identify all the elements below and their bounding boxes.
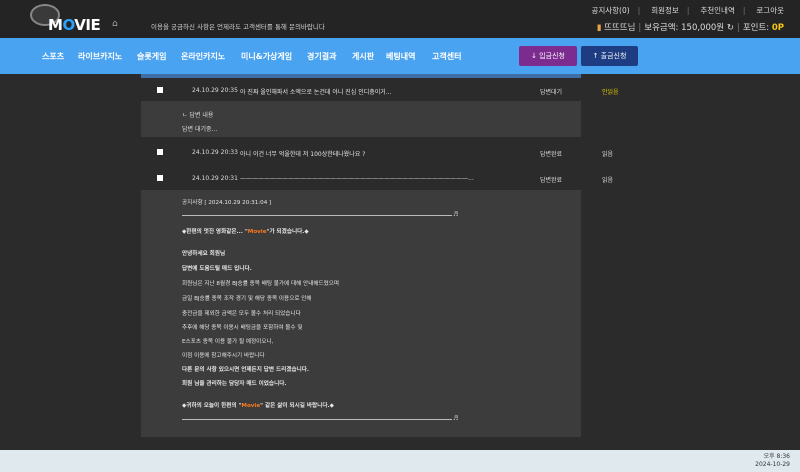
row-date: 24.10.29 20:35	[192, 87, 238, 94]
notice-line: 이점 이용에 참고해주시기 바랍니다	[182, 353, 265, 359]
point-value: 0P	[771, 23, 784, 33]
row-title[interactable]: 아니 이건 너무 억울한데 저 100상한테나왔나요 ?	[240, 149, 365, 158]
notice-marquee: 이용을 궁금하신 사항은 언제라도 고객센터를 통해 문의바랍니다	[151, 23, 325, 31]
nav-board[interactable]: 게시판	[352, 51, 374, 62]
notice-header: 공지사항 [ 2024.10.29 20:31:04 ]	[182, 200, 272, 206]
answer-label: ㄴ 답변 내용	[182, 112, 214, 119]
notice-link[interactable]: 공지사항(0)	[591, 6, 629, 15]
point-label: 포인트:	[742, 23, 770, 33]
greeting-text: ◆한편의 멋진 영화같은... "	[182, 229, 248, 235]
next-row-partial	[141, 440, 581, 450]
row-status: 답변완료	[540, 177, 563, 184]
row-title[interactable]: ——————————————————————————————————————..…	[240, 175, 474, 182]
notice-line: E스포츠 종목 이용 불가 될 예정이오니,	[182, 339, 274, 345]
row-status: 답변대기	[540, 89, 563, 96]
site-logo[interactable]: MOVIE	[30, 4, 101, 34]
table-row[interactable]: 24.10.29 20:31 —————————————————————————…	[141, 167, 613, 189]
notice-line: 회원님은 지난 8월경 BJ승률 종목 배팅 불가에 대해 안내해드렸으며	[182, 281, 340, 287]
refresh-icon[interactable]: ↻	[727, 23, 734, 33]
withdraw-button[interactable]: ↑ 출금신청	[581, 46, 638, 66]
row-status: 답변완료	[540, 151, 563, 158]
nav-live-casino[interactable]: 라이브카지노	[78, 51, 122, 62]
notice-line: 회원 님을 관리하는 담당자 매드 이었습니다.	[182, 381, 287, 387]
greeting-text-end: "가 되겠습니다.◆	[266, 229, 309, 235]
notice-line: 안녕하세요 회원님	[182, 251, 226, 257]
notice-line: 충전금을 제외한 금액은 모두 몰수 처리 되었습니다	[182, 311, 301, 317]
table-row[interactable]: 24.10.29 20:33 아니 이건 너무 억울한데 저 100상한테나왔나…	[141, 141, 613, 163]
referral-link[interactable]: 추천인내역	[700, 6, 735, 15]
notice-closing: ◆귀하의 오늘이 한편의 "Movie" 같은 삶이 되시길 바랍니다.◆	[182, 401, 334, 409]
greeting-highlight: Movie	[247, 229, 267, 235]
member-info-link[interactable]: 회원정보	[651, 6, 679, 15]
nav-sports[interactable]: 스포츠	[42, 51, 64, 62]
balance-value: 150,000원	[681, 23, 725, 33]
logo-text: MOVIE	[48, 16, 101, 34]
row-read-status: 안읽음	[602, 89, 619, 96]
notice-line: 금일 BJ승률 종목 조작 경기 및 해당 종목 이용으로 인해	[182, 296, 312, 302]
divider	[182, 419, 452, 420]
clock-date: 2024-10-29	[755, 461, 790, 468]
nav-online-casino[interactable]: 온라인카지노	[181, 51, 225, 62]
divider	[182, 215, 452, 216]
notice-line: 추후에 해당 종목 이용시 배팅금을 포함하여 몰수 및	[182, 325, 303, 331]
table-row[interactable]: 24.10.29 20:35 아 진짜 올인해파서 소액으로 논건데 아니 진심…	[141, 79, 619, 101]
notice-greeting: ◆한편의 멋진 영화같은... "Movie"가 되겠습니다.◆	[182, 227, 309, 235]
row-checkbox[interactable]	[157, 149, 163, 155]
user-icon: ▮	[596, 23, 602, 33]
row-checkbox[interactable]	[157, 175, 163, 181]
deposit-button[interactable]: ↓ 입금신청	[519, 46, 577, 66]
balance-label: 보유금액:	[644, 23, 679, 33]
list-header-strip	[141, 74, 581, 78]
notice-panel: 공지사항 [ 2024.10.29 20:31:04 ] ♬ ◆한편의 멋진 영…	[141, 190, 581, 437]
nav-customer-center[interactable]: 고객센터	[432, 51, 461, 62]
top-header: MOVIE ⌂ 이용을 궁금하신 사항은 언제라도 고객센터를 통해 문의바랍니…	[0, 0, 800, 38]
system-clock[interactable]: 오후 8:36 2024-10-29	[755, 453, 790, 469]
closing-text-end: " 같은 삶이 되시길 바랍니다.◆	[260, 403, 334, 409]
clock-time: 오후 8:36	[763, 453, 790, 460]
row-read-status: 읽음	[602, 151, 614, 158]
nav-bet-history[interactable]: 베팅내역	[386, 51, 415, 62]
closing-text: ◆귀하의 오늘이 한편의 "	[182, 403, 242, 409]
nav-results[interactable]: 경기결과	[307, 51, 336, 62]
row-date: 24.10.29 20:33	[192, 149, 238, 156]
nav-slot[interactable]: 슬롯게임	[137, 51, 166, 62]
answer-text: 답변 대기중...	[182, 126, 218, 133]
bell-icon[interactable]: ⌂	[112, 19, 118, 29]
row-title[interactable]: 아 진짜 올인해파서 소액으로 논건데 아니 진심 인디충이거...	[240, 87, 392, 96]
music-note-icon: ♬	[453, 415, 459, 422]
user-info: ▮ 뜨뜨뜨님 | 보유금액: 150,000원 ↻ | 포인트: 0P	[596, 23, 784, 33]
taskbar: 오후 8:36 2024-10-29	[0, 450, 800, 472]
nav-mini-games[interactable]: 미니&가상게임	[241, 51, 292, 62]
closing-highlight: Movie	[241, 403, 261, 409]
notice-line: 다른 문의 사항 있으시면 언제든지 답변 드리겠습니다.	[182, 367, 310, 373]
main-nav: 스포츠 라이브카지노 슬롯게임 온라인카지노 미니&가상게임 경기결과 게시판 …	[0, 38, 800, 74]
user-name: 뜨뜨뜨님	[604, 23, 636, 33]
answer-panel: ㄴ 답변 내용 답변 대기중...	[141, 101, 581, 137]
top-links: 공지사항(0) | 회원정보 | 추천인내역 | 로그아웃	[591, 6, 784, 15]
row-date: 24.10.29 20:31	[192, 175, 238, 182]
notice-line: 답변에 도움드릴 매드 입니다.	[182, 266, 252, 272]
row-checkbox[interactable]	[157, 87, 163, 93]
music-note-icon: ♬	[453, 211, 459, 218]
logout-link[interactable]: 로그아웃	[756, 6, 784, 15]
row-read-status: 읽음	[602, 177, 614, 184]
